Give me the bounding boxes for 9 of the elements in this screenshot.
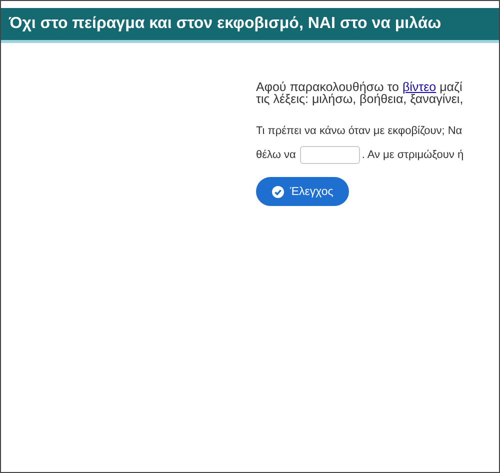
question-text: . Αν με στριμώξουν ή (362, 149, 464, 161)
video-link[interactable]: βίντεο (402, 80, 436, 94)
check-button[interactable]: Έλεγχος (256, 177, 350, 206)
question-text: θέλω να (256, 149, 296, 161)
intro-text: Αφού παρακολουθήσω το βίντεο μαζί τις λέξεις: μιλήσω, βοήθεια, ξαναγίνει, (256, 81, 464, 105)
page-title: Όχι στο πείραγμα και στον εκφοβισμό, ΝΑΙ στο να μιλάω (9, 15, 442, 33)
check-circle-icon (272, 186, 284, 198)
answer-field[interactable] (300, 146, 360, 164)
question-text: Τι πρέπει να κάνω όταν με εκφοβίζουν; Να (256, 125, 464, 137)
